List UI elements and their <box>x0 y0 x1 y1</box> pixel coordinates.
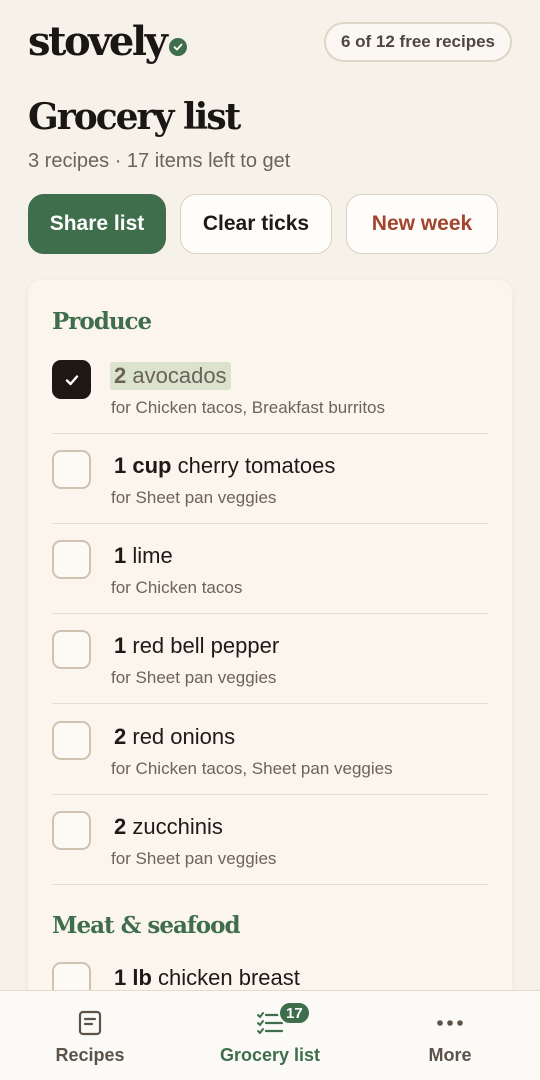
nav-label-more: More <box>428 1045 472 1065</box>
item-name: 1 lime <box>110 542 177 570</box>
item-label: zucchinis <box>132 814 223 839</box>
item-qty: 1 lb <box>114 965 152 990</box>
list-item[interactable]: 1 red bell pepper for Sheet pan veggies <box>52 614 488 704</box>
item-qty: 1 <box>114 633 127 658</box>
item-qty: 2 <box>114 724 127 749</box>
item-name: 1 cup cherry tomatoes <box>110 452 339 480</box>
item-checkbox[interactable] <box>52 540 91 579</box>
item-checkbox[interactable] <box>52 811 91 850</box>
bottom-nav: Recipes 17 Grocery list More <box>0 990 540 1080</box>
page-subtitle: 3 recipes · 17 items left to get <box>28 150 291 172</box>
item-qty: 1 cup <box>114 453 172 478</box>
action-bar: Share list Clear ticks New week <box>28 194 498 254</box>
logo-text: stovely <box>28 18 168 65</box>
grocery-count-badge: 17 <box>278 1001 311 1025</box>
item-recipes: for Chicken tacos <box>111 578 243 597</box>
item-recipes: for Sheet pan veggies <box>111 849 277 868</box>
item-label: chicken breast <box>158 965 300 990</box>
checklist-icon: 17 <box>256 1001 311 1037</box>
share-list-button[interactable]: Share list <box>28 194 166 254</box>
new-week-button[interactable]: New week <box>346 194 498 254</box>
item-qty: 2 <box>114 814 127 839</box>
section-title-produce: Produce <box>52 308 152 335</box>
item-label: red bell pepper <box>132 633 280 658</box>
item-label: avocados <box>132 363 227 388</box>
nav-label-recipes: Recipes <box>55 1045 125 1065</box>
app-header: stovely 6 of 12 free recipes <box>28 18 512 66</box>
item-label: red onions <box>132 724 236 749</box>
item-qty: 2 <box>114 363 127 388</box>
item-name: 2 zucchinis <box>110 813 227 841</box>
verified-check-icon <box>169 38 188 56</box>
item-checkbox[interactable] <box>52 360 91 399</box>
item-name: 1 lb chicken breast <box>110 964 304 992</box>
check-icon <box>65 374 78 385</box>
item-recipes: for Chicken tacos, Breakfast burritos <box>111 398 386 417</box>
item-name: 1 red bell pepper <box>110 632 283 660</box>
item-qty: 1 <box>114 543 127 568</box>
item-label: lime <box>132 543 173 568</box>
list-item[interactable]: 2 avocados for Chicken tacos, Breakfast … <box>52 344 488 434</box>
nav-tab-recipes[interactable]: Recipes <box>0 991 180 1080</box>
page-title: Grocery list <box>28 96 241 138</box>
item-checkbox[interactable] <box>52 450 91 489</box>
item-checkbox[interactable] <box>52 721 91 760</box>
free-recipes-pill[interactable]: 6 of 12 free recipes <box>323 22 512 62</box>
grocery-list-card: Produce 2 avocados for Chicken tacos, Br… <box>28 280 512 1040</box>
item-name: 2 avocados <box>110 362 231 390</box>
nav-tab-more[interactable]: More <box>360 991 540 1080</box>
item-recipes: for Sheet pan veggies <box>111 668 277 687</box>
item-label: cherry tomatoes <box>177 453 336 478</box>
item-checkbox[interactable] <box>52 630 91 669</box>
list-item[interactable]: 2 zucchinis for Sheet pan veggies <box>52 795 488 885</box>
item-name: 2 red onions <box>110 723 239 751</box>
list-item[interactable]: 2 red onions for Chicken tacos, Sheet pa… <box>52 705 488 795</box>
nav-label-grocery-list: Grocery list <box>219 1045 321 1065</box>
item-recipes: for Chicken tacos, Sheet pan veggies <box>111 759 393 778</box>
section-title-meat-seafood: Meat & seafood <box>52 912 241 939</box>
app-logo[interactable]: stovely <box>28 18 188 65</box>
clear-ticks-button[interactable]: Clear ticks <box>180 194 332 254</box>
item-recipes: for Sheet pan veggies <box>111 488 277 507</box>
recipe-book-icon <box>78 1009 102 1037</box>
list-item[interactable]: 1 cup cherry tomatoes for Sheet pan vegg… <box>52 434 488 524</box>
more-dots-icon <box>436 1009 464 1037</box>
list-item[interactable]: 1 lime for Chicken tacos <box>52 524 488 614</box>
nav-tab-grocery-list[interactable]: 17 Grocery list <box>180 991 360 1080</box>
